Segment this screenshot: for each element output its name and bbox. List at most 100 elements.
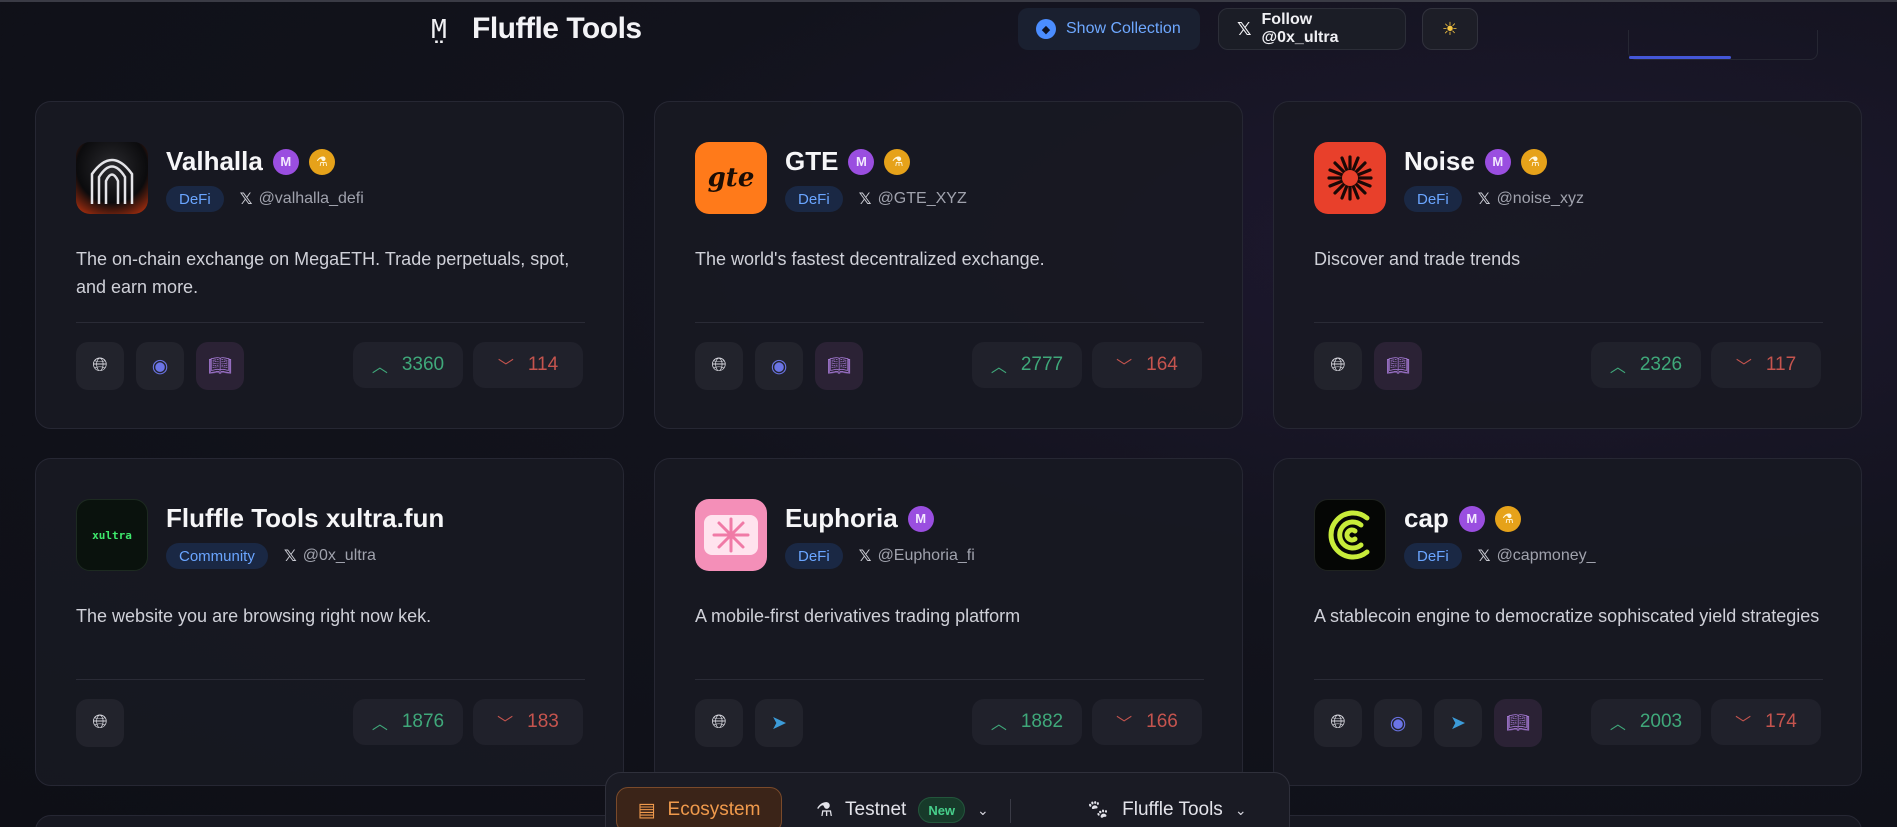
next-card-peek xyxy=(1273,815,1862,827)
project-description: The website you are browsing right now k… xyxy=(76,606,432,626)
chevron-up-icon: ︿ xyxy=(990,359,1007,376)
downvote-button[interactable]: ﹀ 183 xyxy=(473,699,583,745)
chevron-down-icon: ﹀ xyxy=(1735,716,1752,733)
chevron-up-icon: ︿ xyxy=(1609,359,1626,376)
upvote-button[interactable]: ︿ 3360 xyxy=(353,342,463,388)
project-card-cap[interactable]: cap M ⚗ DeFi 𝕏 @capmoney_ A stablecoin en… xyxy=(1273,458,1862,786)
gte-logo: gte xyxy=(695,142,767,214)
project-name[interactable]: Valhalla M ⚗ xyxy=(166,146,335,177)
show-collection-label: Show Collection xyxy=(1066,20,1181,37)
project-description: A stablecoin engine to democratize sophi… xyxy=(1314,606,1820,626)
category-badge[interactable]: DeFi xyxy=(785,543,843,569)
card-divider xyxy=(1314,322,1823,323)
telegram-link-button[interactable]: ➤ xyxy=(755,699,803,747)
x-handle-link[interactable]: 𝕏 @noise_xyz xyxy=(1478,189,1584,209)
website-link-button[interactable]: 🌐︎ xyxy=(695,342,743,390)
megaeth-badge-icon: M xyxy=(907,505,934,532)
category-badge[interactable]: DeFi xyxy=(1404,543,1462,569)
docs-link-button[interactable]: 📖︎ xyxy=(196,342,244,390)
show-collection-button[interactable]: ◆ Show Collection xyxy=(1018,8,1200,50)
website-link-button[interactable]: 🌐︎ xyxy=(76,342,124,390)
website-link-button[interactable]: 🌐︎ xyxy=(695,699,743,747)
category-badge[interactable]: Community xyxy=(166,543,268,569)
megaeth-badge-icon: M xyxy=(848,148,875,175)
website-link-button[interactable]: 🌐︎ xyxy=(1314,699,1362,747)
category-badge[interactable]: DeFi xyxy=(785,186,843,212)
theme-toggle-button[interactable]: ☀ xyxy=(1422,8,1478,50)
project-name[interactable]: Euphoria M xyxy=(785,503,934,534)
downvote-count: 117 xyxy=(1765,354,1797,375)
project-title[interactable]: Euphoria xyxy=(785,503,898,534)
project-card-noise[interactable]: Noise M ⚗ DeFi 𝕏 @noise_xyz Discover and … xyxy=(1273,101,1862,429)
project-name[interactable]: Noise M ⚗ xyxy=(1404,146,1547,177)
downvote-button[interactable]: ﹀ 114 xyxy=(473,342,583,388)
project-links: 🌐︎ ◉ ➤ 📖︎ xyxy=(1314,699,1542,747)
discord-link-button[interactable]: ◉ xyxy=(136,342,184,390)
project-title[interactable]: GTE xyxy=(785,146,838,177)
nav-testnet-button[interactable]: ⚗ Testnet New ⌄ xyxy=(816,787,989,827)
x-handle-link[interactable]: 𝕏 @capmoney_ xyxy=(1478,546,1596,566)
docs-link-button[interactable]: 📖︎ xyxy=(1374,342,1422,390)
sun-icon: ☀ xyxy=(1441,18,1459,39)
nav-fluffle-tools-label: Fluffle Tools xyxy=(1122,799,1223,820)
book-icon: 📖︎ xyxy=(1505,713,1531,734)
category-badge[interactable]: DeFi xyxy=(166,186,224,212)
x-handle-text: @noise_xyz xyxy=(1496,190,1584,207)
xultra-logo-text: xultra xyxy=(92,528,132,542)
vote-controls: ︿ 1876 ﹀ 183 xyxy=(353,699,583,745)
telegram-link-button[interactable]: ➤ xyxy=(1434,699,1482,747)
project-name[interactable]: Fluffle Tools xultra.fun xyxy=(166,503,444,534)
telegram-icon: ➤ xyxy=(771,712,787,734)
project-card-euphoria[interactable]: Euphoria M DeFi 𝕏 @Euphoria_fi A mobile-f… xyxy=(654,458,1243,786)
downvote-button[interactable]: ﹀ 164 xyxy=(1092,342,1202,388)
docs-link-button[interactable]: 📖︎ xyxy=(1494,699,1542,747)
follow-label: Follow @0x_ultra xyxy=(1261,11,1339,46)
card-divider xyxy=(695,679,1204,680)
project-card-fluffle-tools[interactable]: xultra Fluffle Tools xultra.fun Communit… xyxy=(35,458,624,786)
downvote-button[interactable]: ﹀ 174 xyxy=(1711,699,1821,745)
x-handle-link[interactable]: 𝕏 @valhalla_defi xyxy=(240,189,364,209)
valhalla-logo xyxy=(76,142,148,214)
project-links: 🌐︎ 📖︎ xyxy=(1314,342,1422,390)
category-badge[interactable]: DeFi xyxy=(1404,186,1462,212)
megaeth-badge-icon: M xyxy=(1484,148,1511,175)
chevron-down-icon: ﹀ xyxy=(1116,359,1133,376)
upvote-button[interactable]: ︿ 1882 xyxy=(972,699,1082,745)
website-link-button[interactable]: 🌐︎ xyxy=(76,699,124,747)
discord-link-button[interactable]: ◉ xyxy=(755,342,803,390)
nav-separator xyxy=(1010,799,1011,823)
site-logo[interactable]: M̤ xyxy=(420,12,458,48)
project-title[interactable]: Fluffle Tools xultra.fun xyxy=(166,503,444,534)
downvote-button[interactable]: ﹀ 117 xyxy=(1711,342,1821,388)
project-title[interactable]: cap xyxy=(1404,503,1449,534)
x-handle-link[interactable]: 𝕏 @Euphoria_fi xyxy=(859,546,975,566)
upvote-button[interactable]: ︿ 2003 xyxy=(1591,699,1701,745)
discord-link-button[interactable]: ◉ xyxy=(1374,699,1422,747)
project-card-valhalla[interactable]: Valhalla M ⚗ DeFi 𝕏 @valhalla_defi The on… xyxy=(35,101,624,429)
vote-controls: ︿ 3360 ﹀ 114 xyxy=(353,342,583,388)
upvote-button[interactable]: ︿ 2326 xyxy=(1591,342,1701,388)
nav-fluffle-tools-button[interactable]: 🐾︎ Fluffle Tools ⌄ xyxy=(1086,787,1247,827)
upvote-button[interactable]: ︿ 1876 xyxy=(353,699,463,745)
x-handle-link[interactable]: 𝕏 @0x_ultra xyxy=(284,546,376,566)
telegram-icon: ➤ xyxy=(1450,712,1466,734)
nav-ecosystem-button[interactable]: ▤ Ecosystem xyxy=(616,787,782,827)
upvote-count: 1876 xyxy=(401,711,445,732)
project-meta: DeFi 𝕏 @valhalla_defi xyxy=(166,186,364,212)
project-name[interactable]: GTE M ⚗ xyxy=(785,146,911,177)
chevron-down-icon[interactable]: ⌄ xyxy=(1235,802,1247,819)
project-title[interactable]: Valhalla xyxy=(166,146,263,177)
chevron-down-icon[interactable]: ⌄ xyxy=(977,802,989,819)
globe-icon: 🌐︎ xyxy=(1330,712,1346,733)
site-brand[interactable]: Fluffle Tools xyxy=(472,12,642,46)
downvote-button[interactable]: ﹀ 166 xyxy=(1092,699,1202,745)
x-handle-link[interactable]: 𝕏 @GTE_XYZ xyxy=(859,189,967,209)
project-name[interactable]: cap M ⚗ xyxy=(1404,503,1521,534)
docs-link-button[interactable]: 📖︎ xyxy=(815,342,863,390)
upvote-button[interactable]: ︿ 2777 xyxy=(972,342,1082,388)
project-card-gte[interactable]: gte GTE M ⚗ DeFi 𝕏 @GTE_XYZ The world's f… xyxy=(654,101,1243,429)
project-title[interactable]: Noise xyxy=(1404,146,1475,177)
project-links: 🌐︎ ◉ 📖︎ xyxy=(76,342,244,390)
follow-button[interactable]: 𝕏 Follow @0x_ultra xyxy=(1218,8,1406,50)
website-link-button[interactable]: 🌐︎ xyxy=(1314,342,1362,390)
